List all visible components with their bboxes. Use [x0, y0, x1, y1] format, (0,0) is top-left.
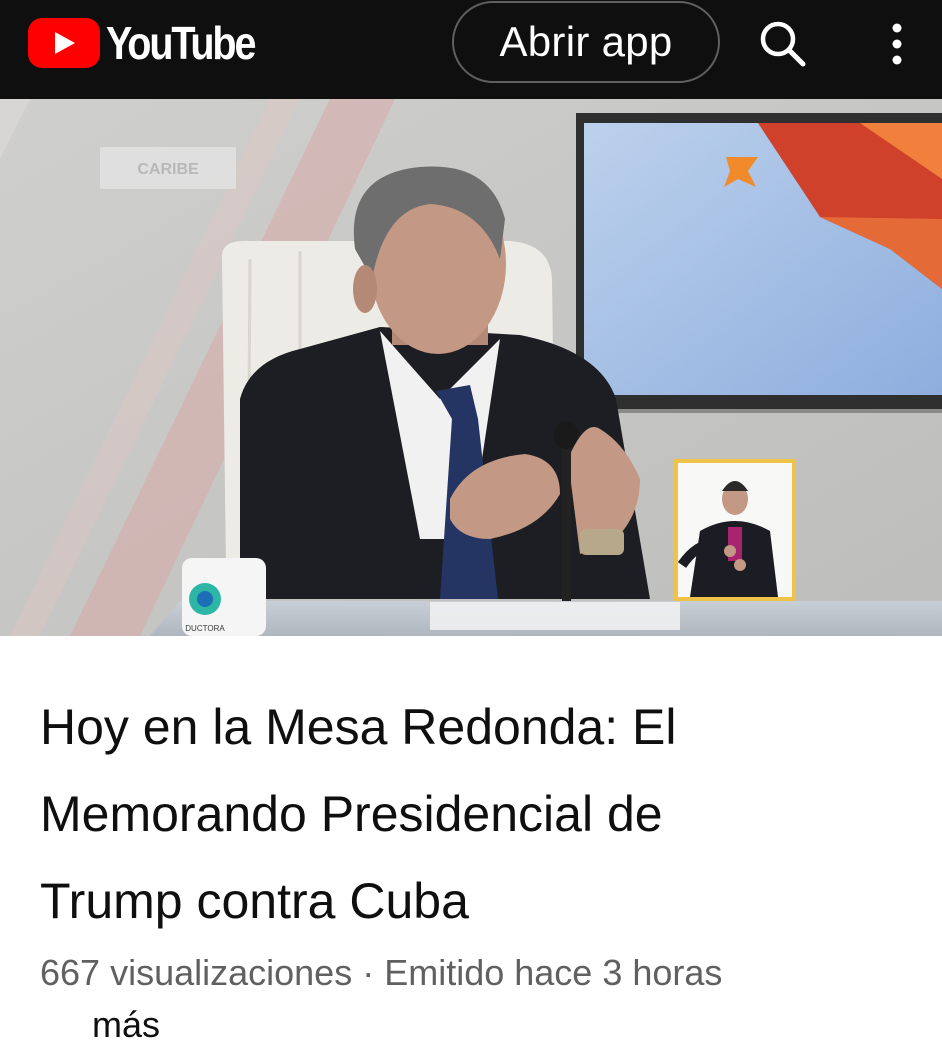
video-player[interactable]: CARIBE DUCTORA	[0, 99, 942, 636]
video-title-line: Trump contra Cuba	[40, 873, 469, 929]
show-more-button[interactable]: más	[92, 1004, 160, 1046]
video-title: Hoy en la Mesa Redonda: El Memorando Pre…	[40, 684, 900, 945]
mug: DUCTORA	[182, 558, 266, 636]
video-metadata: 667 visualizaciones · Emitido hace 3 hor…	[40, 952, 920, 994]
video-title-line: Hoy en la Mesa Redonda: El	[40, 699, 677, 755]
video-frame: CARIBE DUCTORA	[0, 99, 942, 636]
youtube-logo-icon	[28, 18, 100, 68]
search-button[interactable]	[756, 18, 808, 70]
svg-text:DUCTORA: DUCTORA	[185, 624, 225, 633]
sign-language-inset	[674, 459, 796, 601]
more-options-button[interactable]	[882, 18, 912, 70]
view-count: 667 visualizaciones	[40, 952, 353, 993]
meta-separator: ·	[362, 952, 375, 993]
search-icon	[760, 21, 806, 67]
channel-watermark: CARIBE	[100, 147, 236, 189]
top-app-bar: YouTube Abrir app	[0, 0, 942, 99]
streamed-time: Emitido hace 3 horas	[384, 952, 723, 993]
open-app-button[interactable]: Abrir app	[452, 1, 720, 83]
video-title-line: Memorando Presidencial de	[40, 786, 663, 842]
more-vert-icon	[892, 23, 902, 65]
youtube-logo[interactable]: YouTube	[28, 17, 278, 69]
brand-name: YouTube	[106, 17, 256, 69]
svg-text:CARIBE: CARIBE	[137, 161, 199, 178]
